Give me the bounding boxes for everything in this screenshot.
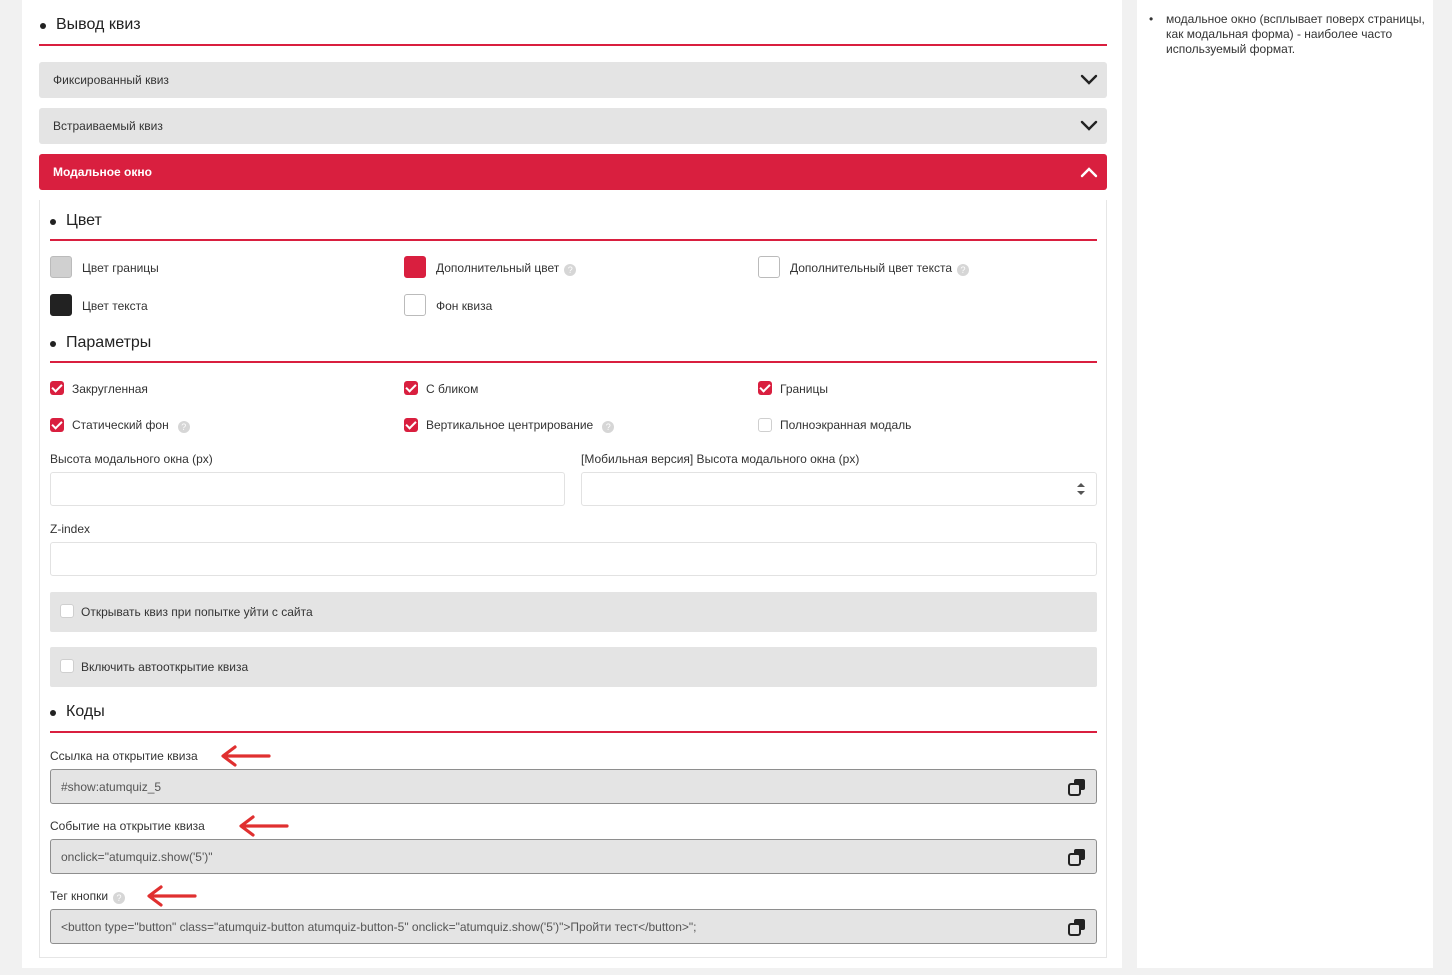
border-color-label: Цвет границы (82, 261, 159, 275)
rounded-label: Закругленная (72, 382, 148, 396)
divider (50, 239, 1097, 241)
output-section-title: Вывод квиз (40, 16, 141, 34)
chevron-down-icon (1080, 120, 1098, 131)
extra-color-swatch[interactable] (404, 256, 426, 278)
rounded-checkbox[interactable] (50, 381, 64, 395)
chevron-down-icon (1080, 74, 1098, 85)
modal-height-label: Высота модального окна (px) (50, 452, 213, 466)
glare-label: С бликом (426, 382, 479, 396)
spinner-icon[interactable] (1076, 482, 1086, 496)
accordion-label: Фиксированный квиз (53, 73, 169, 87)
extra-text-color-label-wrap: Дополнительный цвет текста? (790, 261, 970, 276)
divider (50, 731, 1097, 733)
open-link-code-field[interactable]: #show:atumquiz_5 (50, 769, 1097, 804)
copy-icon[interactable] (1068, 778, 1086, 796)
help-icon[interactable]: ? (177, 421, 190, 433)
fullscreen-modal-checkbox[interactable] (758, 418, 772, 432)
sidebar-help: модальное окно (всплывает поверх страниц… (1137, 0, 1433, 968)
extra-text-color-label: Дополнительный цвет текста (790, 261, 953, 275)
divider (50, 361, 1097, 363)
accordion-embedded-quiz[interactable]: Встраиваемый квиз (39, 108, 1107, 144)
button-tag-code: <button type="button" class="atumquiz-bu… (61, 919, 697, 934)
fullscreen-modal-label: Полноэкранная модаль (780, 418, 912, 432)
extra-text-color-swatch[interactable] (758, 256, 780, 278)
exit-intent-option[interactable]: Открывать квиз при попытке уйти с сайта (50, 592, 1097, 632)
mobile-modal-height-label: [Мобильная версия] Высота модального окн… (581, 452, 860, 466)
border-color-swatch[interactable] (50, 256, 72, 278)
button-tag-label: Тег кнопки (50, 889, 109, 903)
params-section-title: Параметры (50, 334, 151, 352)
quiz-background-label: Фон квиза (436, 299, 493, 313)
accordion-label: Встраиваемый квиз (53, 119, 163, 133)
borders-label: Границы (780, 382, 828, 396)
borders-checkbox[interactable] (758, 381, 772, 395)
open-link-label: Ссылка на открытие квиза (50, 749, 198, 763)
static-background-label-wrap: Статический фон? (72, 418, 190, 433)
exit-intent-checkbox[interactable] (60, 604, 74, 618)
glare-checkbox[interactable] (404, 381, 418, 395)
static-background-label: Статический фон (72, 418, 169, 432)
help-icon[interactable]: ? (957, 264, 970, 276)
arrow-left-icon (239, 815, 289, 837)
autoopen-checkbox[interactable] (60, 659, 74, 673)
text-color-label: Цвет текста (82, 299, 148, 313)
accordion-fixed-quiz[interactable]: Фиксированный квиз (39, 62, 1107, 98)
vertical-centering-checkbox[interactable] (404, 418, 418, 432)
help-icon[interactable]: ? (564, 264, 577, 276)
accordion-label: Модальное окно (53, 165, 152, 179)
zindex-label: Z-index (50, 522, 91, 536)
open-event-label: Событие на открытие квиза (50, 819, 205, 833)
copy-icon[interactable] (1068, 848, 1086, 866)
autoopen-option[interactable]: Включить автооткрытие квиза (50, 647, 1097, 687)
button-tag-code-field[interactable]: <button type="button" class="atumquiz-bu… (50, 909, 1097, 944)
help-note: модальное окно (всплывает поверх страниц… (1149, 12, 1425, 57)
open-event-code: onclick="atumquiz.show('5')" (61, 849, 213, 864)
text-color-swatch[interactable] (50, 294, 72, 316)
help-icon[interactable]: ? (113, 892, 126, 904)
modal-height-input[interactable] (50, 472, 565, 506)
quiz-background-swatch[interactable] (404, 294, 426, 316)
open-link-code: #show:atumquiz_5 (61, 779, 162, 794)
button-tag-label-wrap: Тег кнопки? (50, 889, 126, 904)
zindex-input[interactable] (50, 542, 1097, 576)
copy-icon[interactable] (1068, 918, 1086, 936)
extra-color-label: Дополнительный цвет (436, 261, 560, 275)
help-icon[interactable]: ? (602, 421, 615, 433)
help-notes-list: модальное окно (всплывает поверх страниц… (1149, 12, 1425, 57)
vertical-centering-label-wrap: Вертикальное центрирование? (426, 418, 615, 433)
mobile-modal-height-input[interactable] (581, 472, 1097, 506)
static-background-checkbox[interactable] (50, 418, 64, 432)
arrow-left-icon (221, 745, 271, 767)
accordion-modal-window[interactable]: Модальное окно (39, 154, 1107, 190)
autoopen-label: Включить автооткрытие квиза (81, 660, 249, 674)
codes-section-title: Коды (50, 703, 105, 721)
vertical-centering-label: Вертикальное центрирование (426, 418, 594, 432)
color-section-title: Цвет (50, 212, 102, 230)
extra-color-label-wrap: Дополнительный цвет? (436, 261, 577, 276)
arrow-left-icon (147, 885, 197, 907)
chevron-up-icon (1080, 167, 1098, 178)
exit-intent-label: Открывать квиз при попытке уйти с сайта (81, 605, 313, 619)
divider (39, 44, 1107, 46)
open-event-code-field[interactable]: onclick="atumquiz.show('5')" (50, 839, 1097, 874)
